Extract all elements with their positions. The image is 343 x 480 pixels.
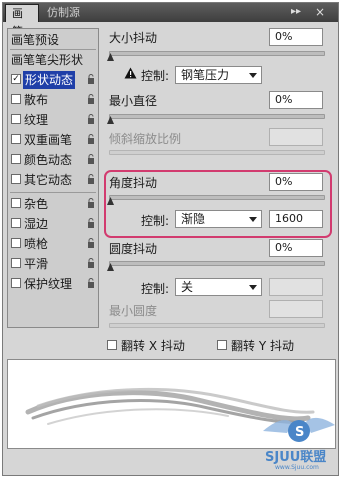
bottom-bar xyxy=(3,449,338,475)
lock-icon[interactable] xyxy=(87,198,95,208)
roundness-jitter-slider[interactable] xyxy=(109,261,325,266)
sidebar-item-shape-dynamics[interactable]: ✓ 形状动态 xyxy=(11,71,95,89)
brush-settings-list: 画笔预设 画笔笔尖形状 ✓ 形状动态 散布 纹理 双重画笔 颜色动态 其它动态 … xyxy=(7,28,99,328)
sidebar-item-smoothing[interactable]: 平滑 xyxy=(11,255,95,273)
sidebar-item-label: 喷枪 xyxy=(24,237,49,251)
lock-icon[interactable] xyxy=(87,218,95,228)
flip-x-label: 翻转 X 抖动 xyxy=(121,339,185,353)
collapse-icon[interactable]: ▸▸ xyxy=(291,5,301,19)
control-3-label: 控制: xyxy=(141,282,170,296)
sidebar-item-texture[interactable]: 纹理 xyxy=(11,111,95,129)
sidebar-item-label: 平滑 xyxy=(24,257,49,271)
brush-presets-link[interactable]: 画笔预设 xyxy=(11,31,59,49)
flip-y-label: 翻转 Y 抖动 xyxy=(231,339,294,353)
texture-checkbox[interactable] xyxy=(11,114,21,124)
lock-icon[interactable] xyxy=(87,174,95,184)
noise-checkbox[interactable] xyxy=(11,198,21,208)
roundness-control-dropdown[interactable]: 关 xyxy=(175,278,262,296)
color-dynamics-checkbox[interactable] xyxy=(11,154,21,164)
brush-panel: 画笔 仿制源 ▸▸ × 画笔预设 画笔笔尖形状 ✓ 形状动态 散布 纹理 双重画… xyxy=(2,2,339,476)
tilt-scale-input[interactable] xyxy=(269,128,323,146)
roundness-extra-input[interactable] xyxy=(269,278,323,296)
scattering-checkbox[interactable] xyxy=(11,94,21,104)
sidebar-item-label: 双重画笔 xyxy=(24,133,73,147)
sidebar-item-other-dynamics[interactable]: 其它动态 xyxy=(11,171,95,189)
min-diameter-slider[interactable] xyxy=(109,114,325,119)
tilt-scale-slider[interactable] xyxy=(109,150,325,155)
sidebar-item-noise[interactable]: 杂色 xyxy=(11,195,95,213)
sidebar-item-color-dynamics[interactable]: 颜色动态 xyxy=(11,151,95,169)
flip-x-checkbox[interactable] xyxy=(107,340,117,350)
sidebar-item-label: 颜色动态 xyxy=(24,153,73,167)
brush-tip-shape-item[interactable]: 画笔笔尖形状 xyxy=(11,51,83,69)
chevron-down-icon xyxy=(249,285,257,290)
shape-dynamics-checkbox[interactable]: ✓ xyxy=(11,74,21,84)
min-diameter-label: 最小直径 xyxy=(109,94,158,108)
lock-icon[interactable] xyxy=(87,278,95,288)
dual-brush-checkbox[interactable] xyxy=(11,134,21,144)
protect-texture-checkbox[interactable] xyxy=(11,278,21,288)
min-roundness-input[interactable] xyxy=(269,300,323,318)
size-jitter-slider[interactable] xyxy=(109,51,325,56)
airbrush-checkbox[interactable] xyxy=(11,238,21,248)
divider xyxy=(10,49,96,50)
roundness-control-value: 关 xyxy=(181,280,194,294)
tab-clone-source[interactable]: 仿制源 xyxy=(41,4,87,22)
roundness-jitter-input[interactable]: 0% xyxy=(269,239,323,257)
chevron-down-icon xyxy=(249,73,257,78)
min-diameter-slider-thumb[interactable] xyxy=(107,116,114,124)
size-jitter-slider-thumb[interactable] xyxy=(107,53,114,61)
min-roundness-label: 最小圆度 xyxy=(109,304,158,318)
sidebar-item-label: 其它动态 xyxy=(24,173,73,187)
lock-icon[interactable] xyxy=(87,238,95,248)
sidebar-item-label: 形状动态 xyxy=(23,71,76,89)
lock-icon[interactable] xyxy=(87,154,95,164)
svg-text:S: S xyxy=(295,425,304,440)
min-roundness-slider[interactable] xyxy=(109,323,325,328)
wet-edges-checkbox[interactable] xyxy=(11,218,21,228)
close-icon[interactable]: × xyxy=(315,5,325,19)
roundness-jitter-slider-thumb[interactable] xyxy=(107,263,114,271)
tab-bar: 画笔 仿制源 ▸▸ × xyxy=(3,3,338,38)
tab-brush[interactable]: 画笔 xyxy=(5,4,39,38)
sidebar-item-protect-texture[interactable]: 保护纹理 xyxy=(11,275,95,293)
smoothing-checkbox[interactable] xyxy=(11,258,21,268)
size-jitter-label: 大小抖动 xyxy=(109,31,158,45)
size-jitter-input[interactable]: 0% xyxy=(269,28,323,46)
warning-icon xyxy=(124,67,137,79)
min-diameter-input[interactable]: 0% xyxy=(269,91,323,109)
lock-icon[interactable] xyxy=(87,94,95,104)
sidebar-item-scattering[interactable]: 散布 xyxy=(11,91,95,109)
sidebar-item-airbrush[interactable]: 喷枪 xyxy=(11,235,95,253)
sidebar-item-label: 纹理 xyxy=(24,113,49,127)
sidebar-item-label: 散布 xyxy=(24,93,49,107)
divider xyxy=(10,192,96,193)
size-control-dropdown[interactable]: 钢笔压力 xyxy=(175,66,262,84)
flip-y-checkbox[interactable] xyxy=(217,340,227,350)
roundness-jitter-label: 圆度抖动 xyxy=(109,242,158,256)
lock-icon[interactable] xyxy=(87,114,95,124)
other-dynamics-checkbox[interactable] xyxy=(11,174,21,184)
lock-icon[interactable] xyxy=(87,134,95,144)
lock-icon[interactable] xyxy=(87,258,95,268)
sidebar-item-label: 湿边 xyxy=(24,217,49,231)
sidebar-item-wet-edges[interactable]: 湿边 xyxy=(11,215,95,233)
tilt-scale-label: 倾斜缩放比例 xyxy=(109,132,182,146)
sidebar-item-label: 保护纹理 xyxy=(24,277,73,291)
control-1-label: 控制: xyxy=(141,69,170,83)
sidebar-item-dual-brush[interactable]: 双重画笔 xyxy=(11,131,95,149)
sidebar-item-label: 杂色 xyxy=(24,197,49,211)
lock-icon[interactable] xyxy=(87,74,95,84)
size-control-value: 钢笔压力 xyxy=(181,68,230,82)
highlight-box xyxy=(104,170,332,238)
